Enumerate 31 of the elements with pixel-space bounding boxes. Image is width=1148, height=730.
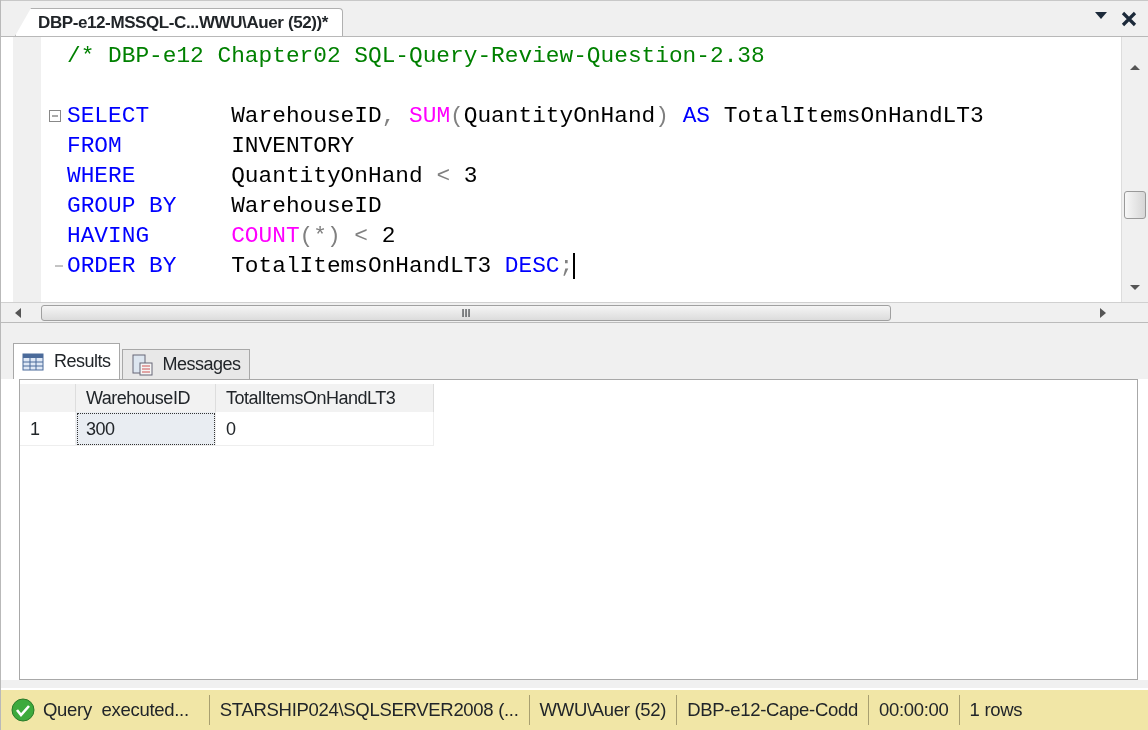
table-cell[interactable]: 300 <box>76 412 216 446</box>
results-tab[interactable]: Messages <box>121 349 250 379</box>
code-line: ORDER BY TotalItemsOnHandLT3 DESC; <box>67 253 574 279</box>
column-header[interactable]: TotalItemsOnHandLT3 <box>216 384 434 412</box>
status-text: WWU\Auer (52) <box>528 695 677 725</box>
code-line: SELECT WarehouseID, SUM(QuantityOnHand) AS TotalItemsOnHandLT3 <box>67 103 984 129</box>
status-text: 1 rows <box>958 695 1033 725</box>
results-tab[interactable]: Results <box>13 343 120 379</box>
table-cell[interactable]: 0 <box>216 412 434 446</box>
scroll-thumb[interactable] <box>1124 191 1146 219</box>
grid-icon <box>22 352 44 371</box>
status-text: 00:00:00 <box>867 695 959 725</box>
document-icon <box>130 353 153 376</box>
code-line: HAVING COUNT(*) < 2 <box>67 223 396 249</box>
status-text: STARSHIP024\SQLSERVER2008 (... <box>208 695 529 725</box>
code-line: WHERE QuantityOnHand < 3 <box>67 163 478 189</box>
column-header[interactable]: WarehouseID <box>76 384 216 412</box>
status-message: Query executed... <box>43 698 189 723</box>
scroll-thumb[interactable]: III <box>41 304 891 321</box>
dropdown-icon[interactable] <box>1094 9 1108 20</box>
code-line: GROUP BY WarehouseID <box>67 193 382 219</box>
scroll-right-icon[interactable] <box>1098 306 1108 319</box>
code-line: FROM INVENTORY <box>67 133 355 159</box>
scroll-left-icon[interactable] <box>13 306 23 319</box>
document-tab[interactable]: DBP-e12-MSSQL-C...WWU\Auer (52))* <box>15 8 343 36</box>
close-icon[interactable] <box>1120 9 1138 28</box>
status-text: DBP-e12-Cape-Codd <box>676 695 868 725</box>
collapse-icon[interactable] <box>49 110 61 122</box>
vertical-scrollbar[interactable] <box>1121 37 1148 302</box>
corner-header <box>20 384 76 412</box>
code-line: /* DBP-e12 Chapter02 SQL-Query-Review-Question-2.38 <box>67 43 765 69</box>
